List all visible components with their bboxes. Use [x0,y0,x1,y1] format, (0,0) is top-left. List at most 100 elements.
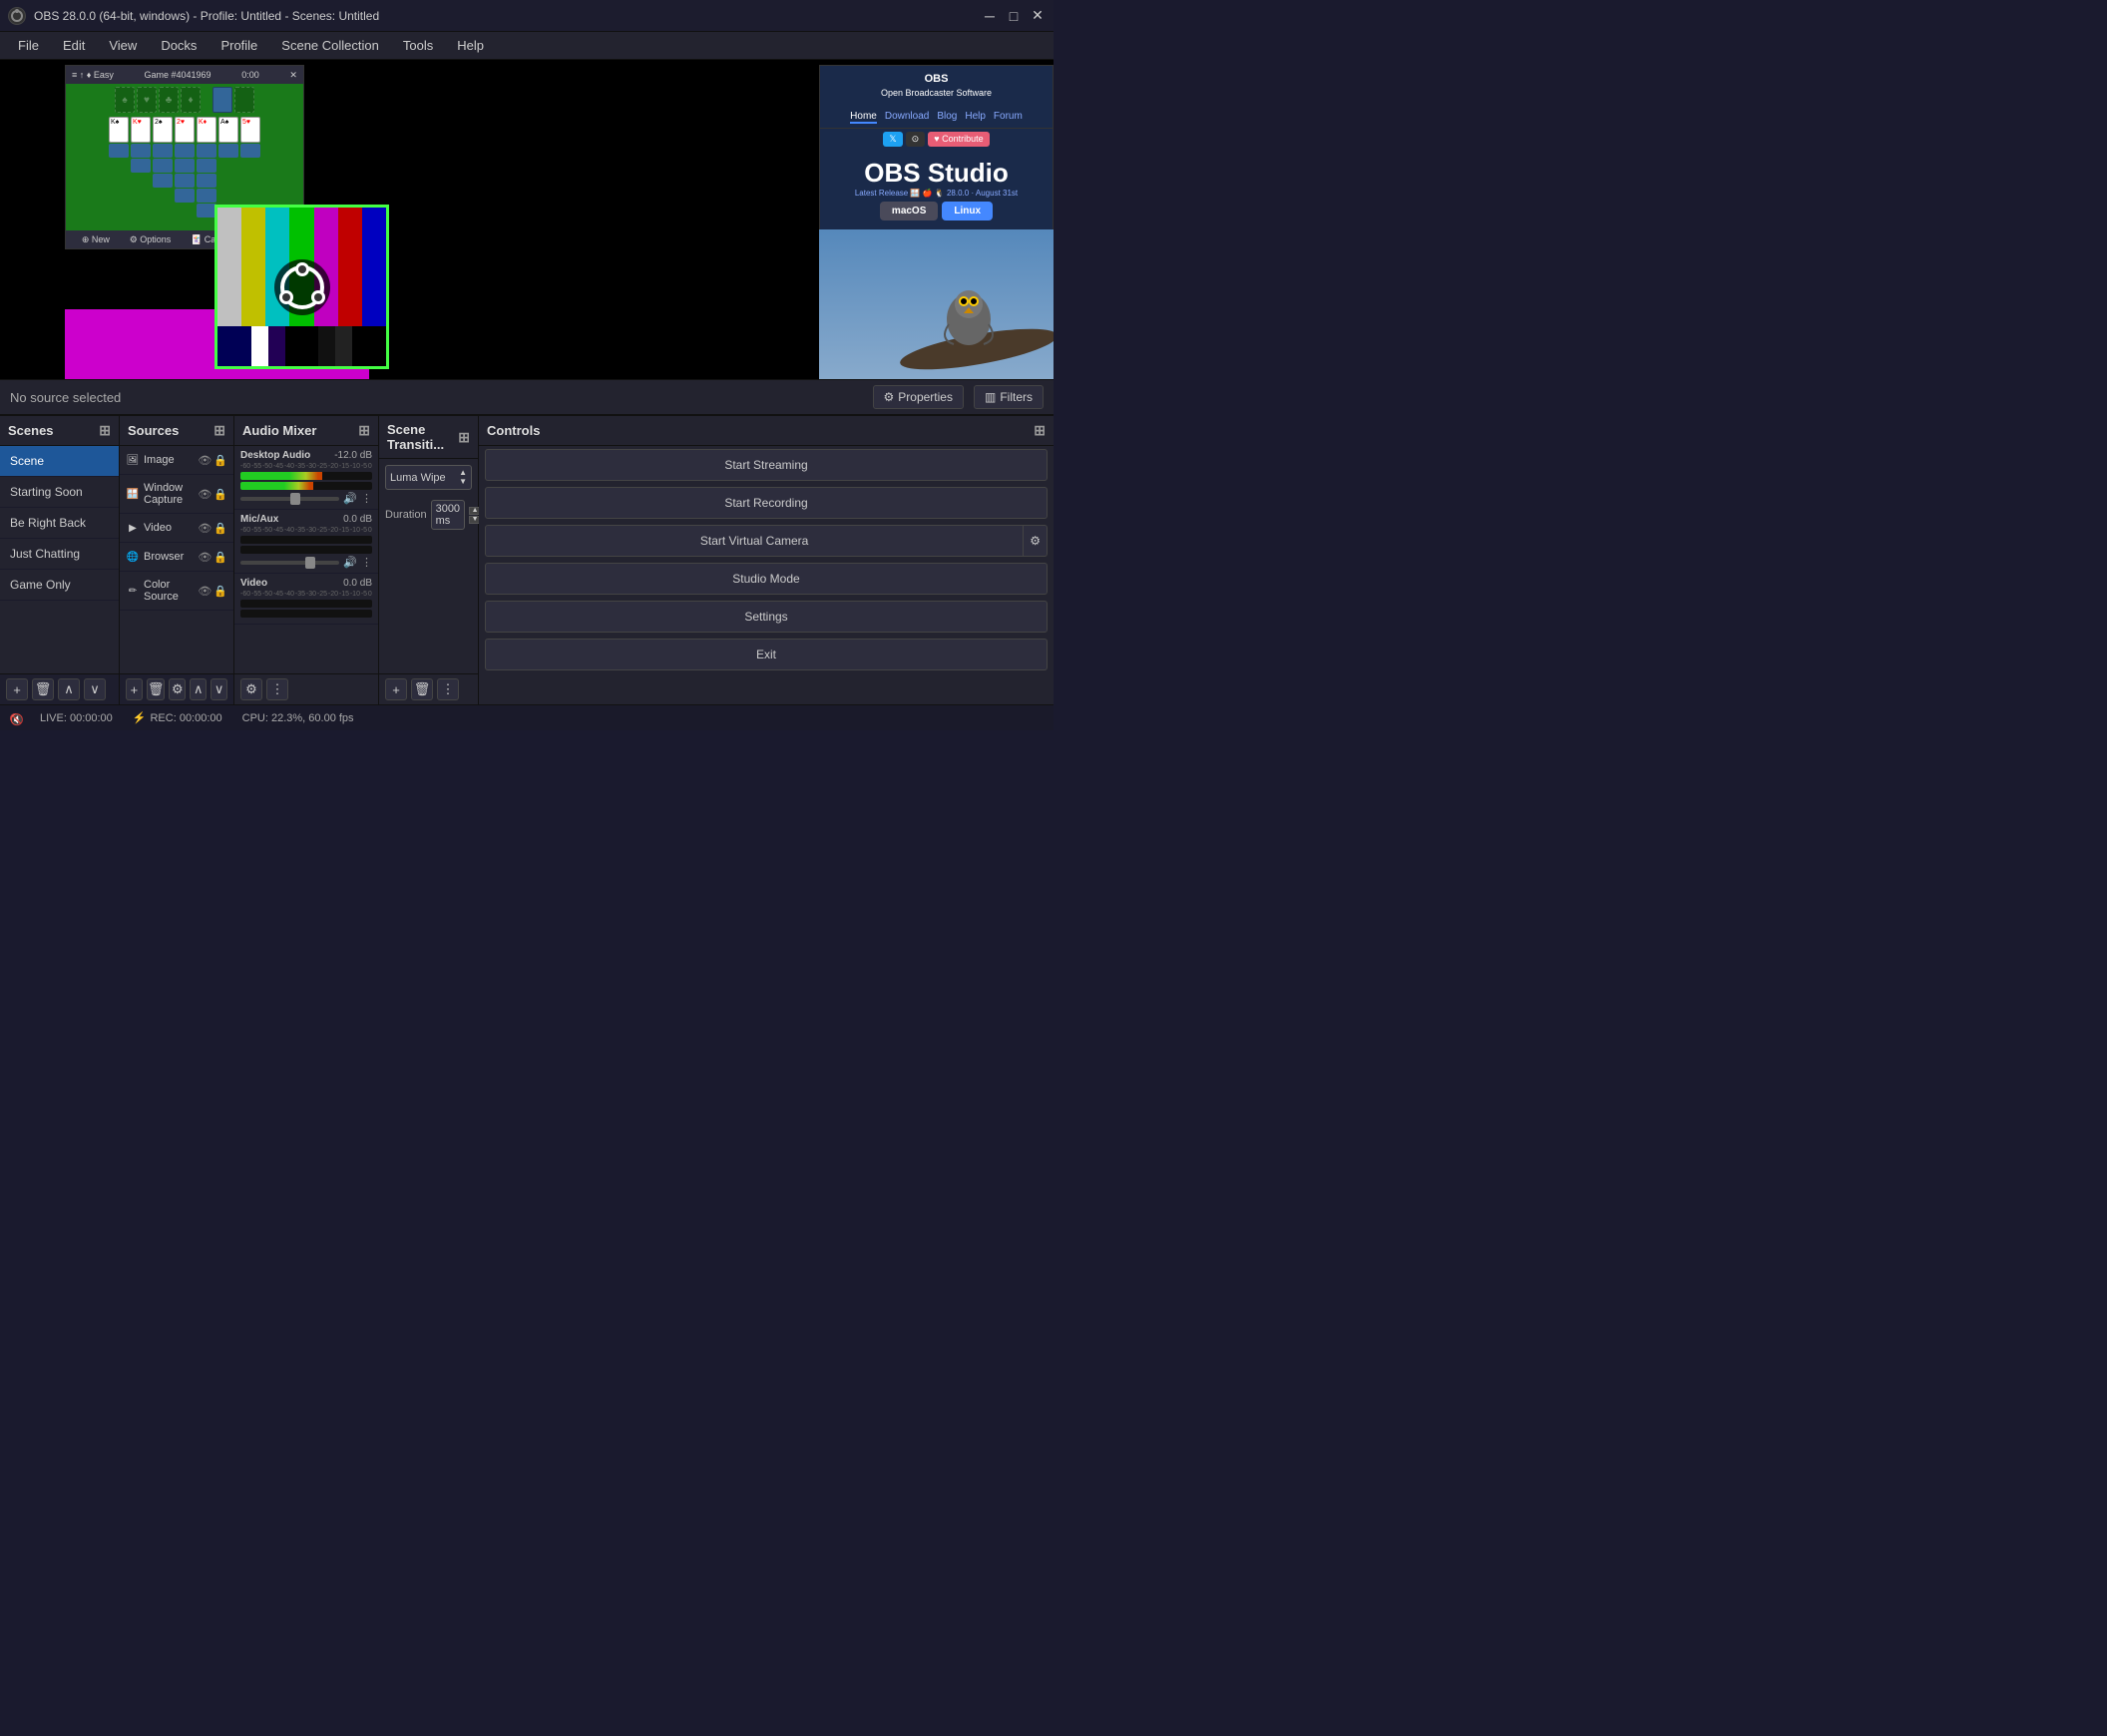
source-item-video[interactable]: ▶ Video 👁 🔒 [120,514,233,543]
video-lock-icon[interactable]: 🔒 [213,522,227,535]
scene-item-scene[interactable]: Scene [0,446,119,477]
remove-scene-button[interactable]: 🗑 [32,678,54,700]
contribute-badge[interactable]: ♥ Contribute [928,132,989,147]
download-buttons[interactable]: macOS Linux [828,202,1045,220]
maximize-button[interactable]: □ [1006,8,1022,24]
browser-lock-icon[interactable]: 🔒 [213,551,227,564]
source-item-image[interactable]: 🖼 Image 👁 🔒 [120,446,233,475]
video-visibility-icon[interactable]: 👁 [198,522,211,535]
mic-aux-fader[interactable] [240,561,339,565]
bottom-status-bar: 🔇 LIVE: 00:00:00 ⚡ REC: 00:00:00 CPU: 22… [0,704,1054,730]
nav-forum[interactable]: Forum [994,111,1023,124]
minimize-button[interactable]: ─ [982,8,998,24]
add-scene-button[interactable]: + [6,678,28,700]
remove-transition-btn[interactable]: 🗑 [411,678,433,700]
audio-settings-btn[interactable]: ⚙ [240,678,262,700]
virtual-camera-settings-btn[interactable]: ⚙ [1024,525,1048,557]
source-settings-button[interactable]: ⚙ [169,678,186,700]
start-streaming-button[interactable]: Start Streaming [485,449,1048,481]
start-recording-button[interactable]: Start Recording [485,487,1048,519]
menu-docks[interactable]: Docks [151,36,207,55]
video-audio-meter [240,600,372,608]
menu-view[interactable]: View [99,36,147,55]
move-source-down-button[interactable]: ∨ [211,678,227,700]
menu-file[interactable]: File [8,36,49,55]
image-lock-icon[interactable]: 🔒 [213,454,227,467]
menu-edit[interactable]: Edit [53,36,95,55]
move-scene-up-button[interactable]: ∧ [58,678,80,700]
solitaire-close-icon[interactable]: ✕ [289,70,297,81]
source-item-browser[interactable]: 🌐 Browser 👁 🔒 [120,543,233,572]
image-visibility-icon[interactable]: 👁 [198,454,211,467]
title-bar-controls[interactable]: ─ □ ✕ [982,8,1046,24]
source-item-window-capture[interactable]: 🪟 Window Capture 👁 🔒 [120,475,233,514]
audio-mixer-toolbar: ⚙ ⋮ [234,673,378,704]
nav-download[interactable]: Download [885,111,929,124]
move-source-up-button[interactable]: ∧ [190,678,207,700]
duration-value[interactable]: 3000 ms [431,500,465,530]
obs-website-nav[interactable]: Home Download Blog Help Forum [820,107,1053,129]
rec-label: REC: 00:00:00 [150,712,221,724]
mic-aux-mute-btn[interactable]: 🔊 [343,556,357,569]
solitaire-options-btn[interactable]: ⚙ Options [130,234,172,245]
transitions-expand-icon[interactable]: ⊞ [458,429,470,446]
move-scene-down-button[interactable]: ∨ [84,678,106,700]
color-lock-icon[interactable]: 🔒 [213,585,227,598]
controls-expand-icon[interactable]: ⊞ [1034,422,1046,439]
start-virtual-camera-button[interactable]: Start Virtual Camera [485,525,1024,557]
close-button[interactable]: ✕ [1030,8,1046,24]
transition-menu-btn[interactable]: ⋮ [437,678,459,700]
browser-visibility-icon[interactable]: 👁 [198,551,211,564]
remove-source-button[interactable]: 🗑 [147,678,166,700]
image-source-controls: 👁 🔒 [198,454,227,467]
nav-home[interactable]: Home [850,111,877,124]
sources-list: 🖼 Image 👁 🔒 🪟 Window Capture 👁 🔒 ▶ Video [120,446,233,673]
settings-button[interactable]: Settings [485,601,1048,633]
menu-profile[interactable]: Profile [211,36,267,55]
add-source-button[interactable]: + [126,678,143,700]
add-transition-btn[interactable]: + [385,678,407,700]
desktop-audio-menu-btn[interactable]: ⋮ [361,492,372,505]
color-visibility-icon[interactable]: 👁 [198,585,211,598]
menu-scene-collection[interactable]: Scene Collection [271,36,389,55]
scenes-header: Scenes ⊞ [0,416,119,446]
twitter-badge[interactable]: 𝕏 [883,132,902,147]
scene-item-game-only[interactable]: Game Only [0,570,119,601]
properties-bar: No source selected ⚙ Properties ▥ Filter… [0,379,1054,415]
solitaire-new-btn[interactable]: ⊕ New [82,234,110,245]
desktop-audio-mute-btn[interactable]: 🔊 [343,492,357,505]
solitaire-game-info: Game #4041969 [145,70,211,80]
video-source-controls: 👁 🔒 [198,522,227,535]
desktop-audio-track: Desktop Audio -12.0 dB -60-55-50-45-40-3… [234,446,378,510]
source-item-color-source[interactable]: ✏ Color Source 👁 🔒 [120,572,233,611]
nav-help[interactable]: Help [965,111,986,124]
scene-item-starting-soon[interactable]: Starting Soon [0,477,119,508]
audio-menu-btn[interactable]: ⋮ [266,678,288,700]
filters-button[interactable]: ▥ Filters [974,385,1044,409]
github-badge[interactable]: ⊙ [906,132,926,147]
nav-blog[interactable]: Blog [937,111,957,124]
properties-button[interactable]: ⚙ Properties [873,385,964,409]
exit-button[interactable]: Exit [485,639,1048,670]
color-source-icon: ✏ [126,584,140,598]
sources-expand-icon[interactable]: ⊞ [213,422,225,439]
virtual-camera-row: Start Virtual Camera ⚙ [485,525,1048,557]
audio-mixer-expand-icon[interactable]: ⊞ [358,422,370,439]
menu-help[interactable]: Help [447,36,494,55]
desktop-audio-label: Desktop Audio [240,450,310,461]
solitaire-titlebar: ≡ ↑ ♦ Easy Game #4041969 0:00 ✕ [66,66,303,84]
scene-item-be-right-back[interactable]: Be Right Back [0,508,119,539]
menu-tools[interactable]: Tools [393,36,443,55]
window-lock-icon[interactable]: 🔒 [213,488,227,501]
transition-type-select[interactable]: Luma Wipe ▲ ▼ [385,465,472,490]
scene-item-just-chatting[interactable]: Just Chatting [0,539,119,570]
linux-download-btn[interactable]: Linux [942,202,993,220]
window-visibility-icon[interactable]: 👁 [198,488,211,501]
properties-icon: ⚙ [884,390,895,404]
mute-indicator: 🔇 [10,713,20,723]
scenes-expand-icon[interactable]: ⊞ [99,422,111,439]
mic-aux-menu-btn[interactable]: ⋮ [361,556,372,569]
desktop-audio-fader[interactable] [240,497,339,501]
macos-download-btn[interactable]: macOS [880,202,938,220]
studio-mode-button[interactable]: Studio Mode [485,563,1048,595]
